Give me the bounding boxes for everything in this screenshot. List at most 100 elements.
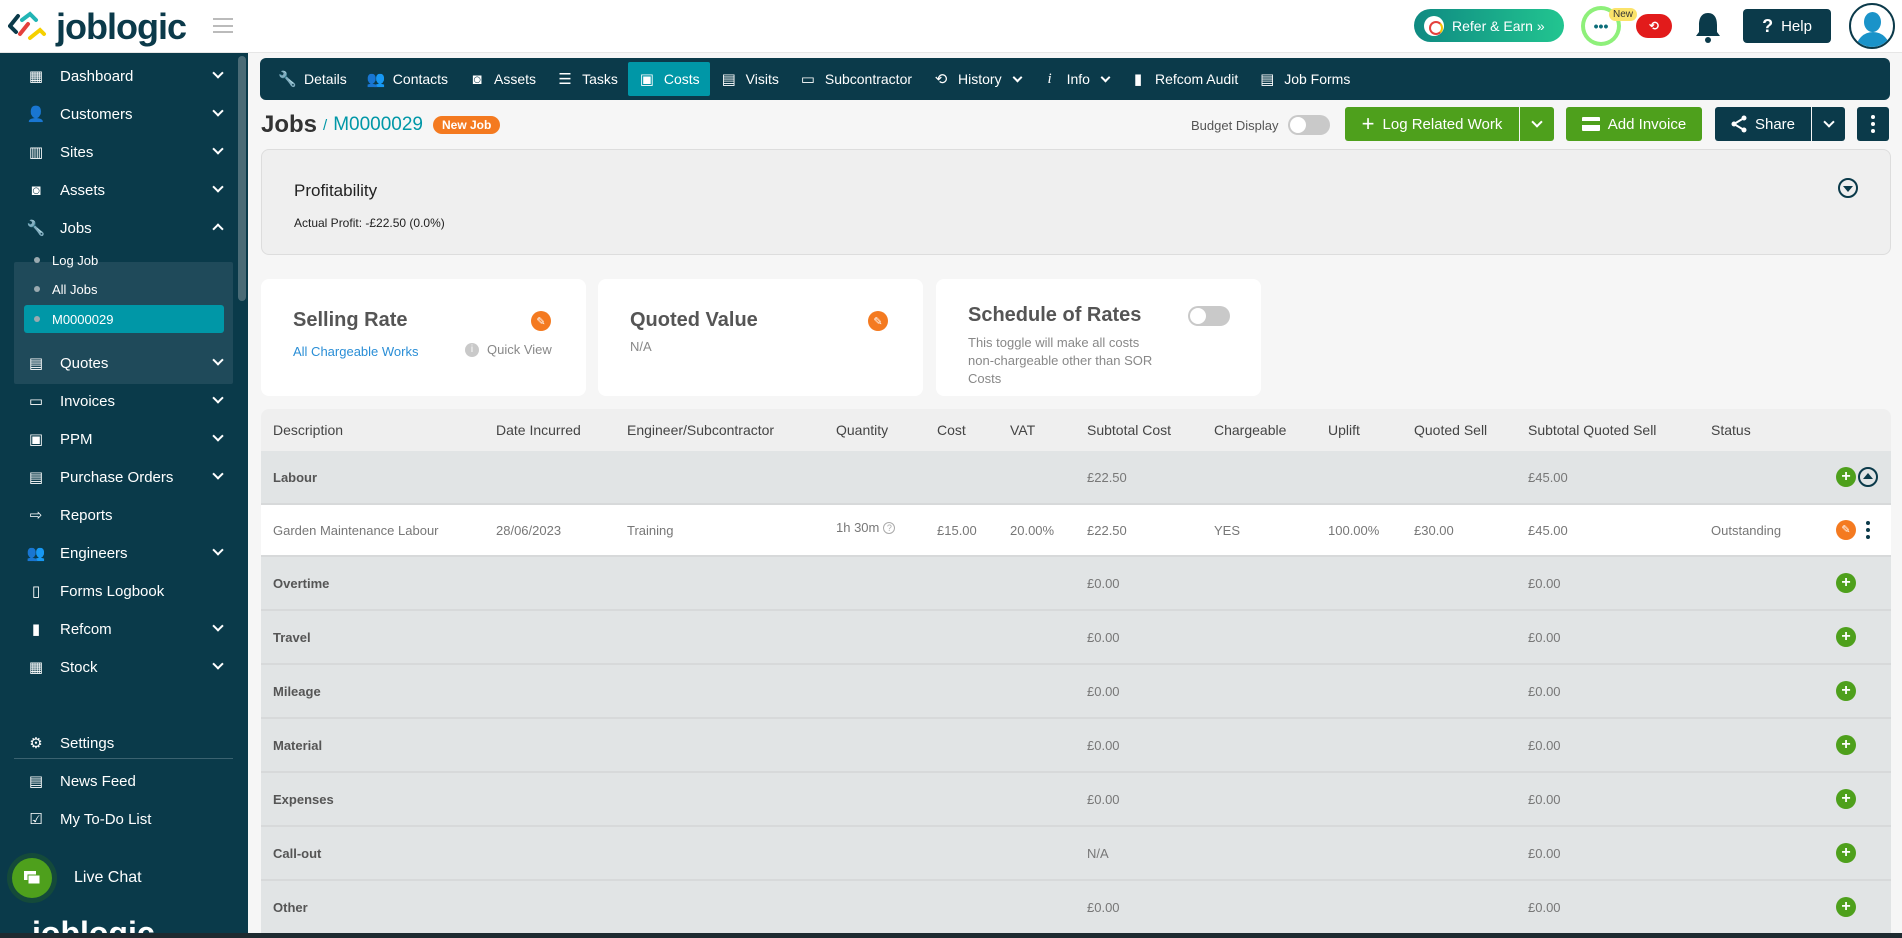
share-icon xyxy=(1731,115,1747,133)
schedule-of-rates-toggle[interactable] xyxy=(1188,306,1230,326)
subtotal-cost: N/A xyxy=(1087,845,1109,861)
add-invoice-button[interactable]: Add Invoice xyxy=(1566,107,1702,141)
log-related-work-button[interactable]: + Log Related Work xyxy=(1345,107,1519,141)
sidebar-item-stock[interactable]: ▦ Stock xyxy=(14,649,232,685)
sidebar-item-quotes[interactable]: ▤ Quotes xyxy=(14,345,232,381)
edit-pencil-icon[interactable]: ✎ xyxy=(1836,520,1856,540)
invoice-icon xyxy=(1581,117,1600,131)
sidebar-label: Invoices xyxy=(60,392,116,410)
share-button[interactable]: Share xyxy=(1715,107,1811,141)
breadcrumb-jobs[interactable]: Jobs xyxy=(261,111,317,139)
sidebar-item-settings[interactable]: ⚙ Settings xyxy=(14,725,232,761)
tab-assets[interactable]: ◙ Assets xyxy=(458,62,546,96)
subtotal-cost: £0.00 xyxy=(1087,791,1120,807)
sidebar-item-dashboard[interactable]: ▦ Dashboard xyxy=(14,58,232,94)
live-chat-label: Live Chat xyxy=(74,869,142,886)
sidebar-item-jobs[interactable]: 🔧 Jobs xyxy=(14,210,232,246)
sidebar-item-engineers[interactable]: 👥 Engineers xyxy=(14,535,232,571)
collapse-icon[interactable] xyxy=(1858,467,1878,487)
tab-visits[interactable]: ▤ Visits xyxy=(710,62,789,96)
tab-tasks[interactable]: ☰ Tasks xyxy=(546,62,628,96)
subtotal-cost: £0.00 xyxy=(1087,899,1120,915)
purchase-orders-icon: ▤ xyxy=(28,469,44,486)
sidebar-item-forms-logbook[interactable]: ▯ Forms Logbook xyxy=(14,573,232,609)
edit-pencil-icon[interactable]: ✎ xyxy=(531,311,551,331)
subtotal-cost: £0.00 xyxy=(1087,575,1120,591)
tab-details[interactable]: 🔧 Details xyxy=(268,62,357,96)
sync-cloud-icon[interactable]: ⟲ xyxy=(1636,14,1672,38)
chevron-down-icon xyxy=(212,468,224,480)
sidebar-item-refcom[interactable]: ▮ Refcom xyxy=(14,611,232,647)
actual-profit: Actual Profit: -£22.50 (0.0%) xyxy=(294,216,445,230)
plus-icon: + xyxy=(1361,111,1375,136)
chevron-down-icon xyxy=(212,67,224,79)
tab-costs[interactable]: ▣ Costs xyxy=(627,62,710,96)
column-header: Quantity xyxy=(836,422,889,438)
refer-earn-button[interactable]: Refer & Earn » xyxy=(1414,9,1564,42)
expand-caret-icon[interactable] xyxy=(1838,178,1858,198)
sidebar-item-news-feed[interactable]: ▤ News Feed xyxy=(14,763,232,799)
tab-subcontractor[interactable]: ▭ Subcontractor xyxy=(789,62,922,96)
notification-bell-icon[interactable] xyxy=(1694,10,1722,44)
tab-info[interactable]: i Info xyxy=(1031,62,1119,96)
add-plus-icon[interactable]: + xyxy=(1836,843,1856,863)
add-plus-icon[interactable]: + xyxy=(1836,735,1856,755)
add-plus-icon[interactable]: + xyxy=(1836,627,1856,647)
tab-contacts[interactable]: 👥 Contacts xyxy=(357,62,458,96)
log-related-work-dropdown[interactable] xyxy=(1520,107,1554,141)
more-options-button[interactable] xyxy=(1857,107,1889,141)
row-kebab-icon[interactable] xyxy=(1866,521,1870,539)
category-row-mileage: Mileage £0.00 £0.00 + xyxy=(261,665,1891,719)
forms-icon: ▤ xyxy=(1260,71,1275,88)
menu-toggle-icon[interactable] xyxy=(213,18,233,33)
kebab-icon xyxy=(1871,115,1875,133)
add-plus-icon[interactable]: + xyxy=(1836,573,1856,593)
profitability-title: Profitability xyxy=(294,181,378,200)
sidebar-subitem-current-job[interactable]: M0000029 xyxy=(24,305,224,333)
sidebar-item-sites[interactable]: ▥ Sites xyxy=(14,134,232,170)
quick-view-button[interactable]: i Quick View xyxy=(465,342,552,357)
add-plus-icon[interactable]: + xyxy=(1836,897,1856,917)
user-avatar[interactable] xyxy=(1849,3,1895,49)
help-circle-icon[interactable]: ? xyxy=(883,522,896,535)
sidebar-item-reports[interactable]: ⇨ Reports xyxy=(14,497,232,533)
item-subtotal-quoted-sell: £45.00 xyxy=(1528,522,1568,538)
tab-history[interactable]: ⟲ History xyxy=(922,62,1031,96)
breadcrumb: Jobs / M0000029 New Job xyxy=(261,111,501,139)
joblogic-logo[interactable]: joblogic xyxy=(8,6,187,48)
sidebar-subitem-all-jobs[interactable]: All Jobs xyxy=(24,275,224,303)
live-chat-button[interactable]: Live Chat xyxy=(12,858,142,898)
add-plus-icon[interactable]: + xyxy=(1836,467,1856,487)
subtotal-cost: £0.00 xyxy=(1087,629,1120,645)
sidebar-item-assets[interactable]: ◙ Assets xyxy=(14,172,232,208)
share-dropdown[interactable] xyxy=(1812,107,1845,141)
item-quantity: 1h 30m? xyxy=(836,520,896,535)
help-icon: ? xyxy=(1762,15,1774,36)
sidebar-item-customers[interactable]: 👤 Customers xyxy=(14,96,232,132)
sidebar-item-ppm[interactable]: ▣ PPM xyxy=(14,421,232,457)
sidebar-item-todo-list[interactable]: ☑ My To-Do List xyxy=(14,801,232,837)
subtotal-quoted-sell: £0.00 xyxy=(1528,899,1561,915)
item-uplift: 100.00% xyxy=(1328,522,1380,538)
status-badge: New Job xyxy=(432,116,501,134)
help-button[interactable]: ? Help xyxy=(1743,9,1831,43)
column-header: Chargeable xyxy=(1214,422,1287,438)
tab-refcom-audit[interactable]: ▮ Refcom Audit xyxy=(1119,62,1248,96)
invoices-icon: ▭ xyxy=(28,393,44,410)
sidebar-label: Refcom xyxy=(60,620,112,638)
add-plus-icon[interactable]: + xyxy=(1836,681,1856,701)
sidebar-subitem-log-job[interactable]: Log Job xyxy=(24,246,224,274)
edit-pencil-icon[interactable]: ✎ xyxy=(868,311,888,331)
budget-display-toggle[interactable] xyxy=(1288,115,1331,135)
sidebar-scrollbar[interactable] xyxy=(238,56,246,301)
sidebar-label: Engineers xyxy=(60,544,128,562)
chat-dots: ••• xyxy=(1593,18,1609,34)
sidebar-item-purchase-orders[interactable]: ▤ Purchase Orders xyxy=(14,459,232,495)
sidebar-item-invoices[interactable]: ▭ Invoices xyxy=(14,383,232,419)
sidebar-label: Stock xyxy=(60,658,98,676)
tab-job-forms[interactable]: ▤ Job Forms xyxy=(1248,62,1360,96)
all-chargeable-works-link[interactable]: All Chargeable Works xyxy=(293,344,418,359)
add-plus-icon[interactable]: + xyxy=(1836,789,1856,809)
wrench-icon: 🔧 xyxy=(278,71,297,88)
item-date: 28/06/2023 xyxy=(496,522,562,538)
